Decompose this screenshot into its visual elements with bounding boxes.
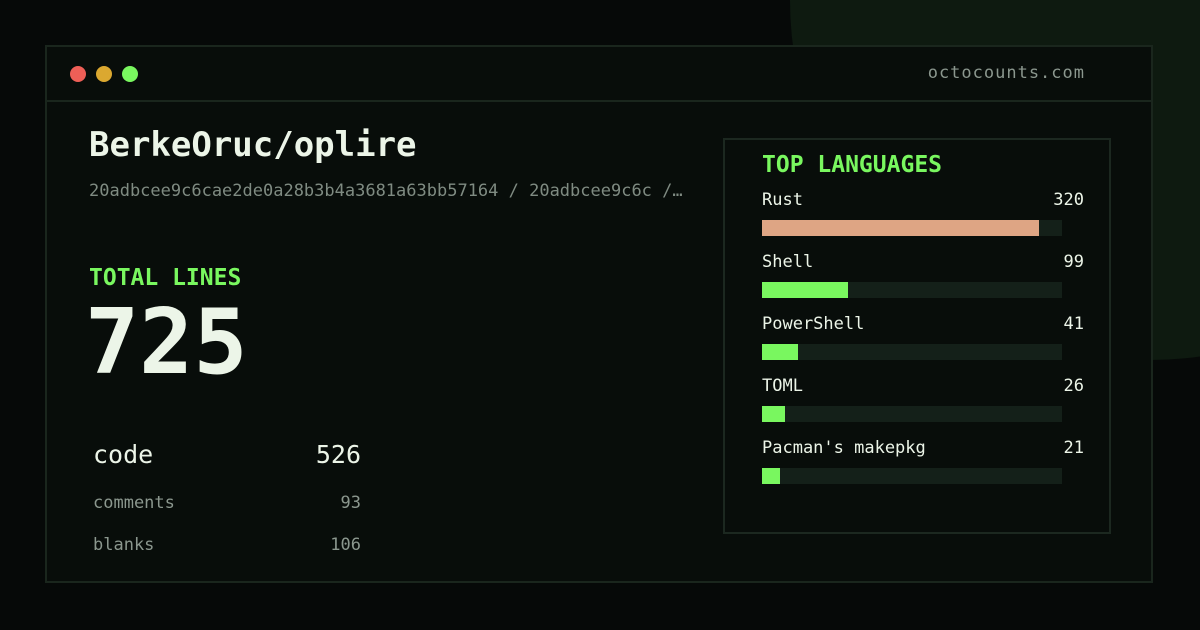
top-languages-panel: TOP LANGUAGES Rust 320 Shell 99 PowerShe… — [723, 138, 1111, 534]
language-bar-fill — [762, 220, 1040, 236]
language-count: 26 — [1063, 376, 1084, 396]
language-name: Pacman's makepkg — [762, 438, 926, 458]
language-count: 41 — [1063, 314, 1084, 334]
stat-code-label: code — [93, 440, 154, 469]
stat-code: code 526 — [93, 440, 361, 469]
language-row: TOML 26 — [762, 376, 1084, 428]
minimize-dot-icon — [96, 66, 112, 82]
language-row: PowerShell 41 — [762, 314, 1084, 366]
language-name: PowerShell — [762, 314, 865, 334]
window-titlebar: octocounts.com — [47, 47, 1151, 102]
stat-comments-value: 93 — [340, 493, 361, 513]
language-bar-track — [762, 344, 1062, 360]
language-count: 99 — [1063, 252, 1084, 272]
language-name: Rust — [762, 190, 803, 210]
commit-hash: 20adbcee9c6cae2de0a28b3b4a3681a63bb57164… — [89, 181, 683, 201]
language-row: Pacman's makepkg 21 — [762, 438, 1084, 490]
language-bar-fill — [762, 406, 785, 422]
language-row: Shell 99 — [762, 252, 1084, 304]
language-bar-fill — [762, 282, 848, 298]
maximize-dot-icon — [122, 66, 138, 82]
terminal-window: octocounts.com BerkeOruc/oplire 20adbcee… — [45, 45, 1153, 583]
language-bar-fill — [762, 344, 798, 360]
language-name: Shell — [762, 252, 814, 272]
close-dot-icon — [70, 66, 86, 82]
language-bar-track — [762, 468, 1062, 484]
language-name: TOML — [762, 376, 803, 396]
stat-comments: comments 93 — [93, 493, 361, 513]
language-count: 320 — [1053, 190, 1084, 210]
stat-comments-label: comments — [93, 493, 175, 513]
og-card: octocounts.com BerkeOruc/oplire 20adbcee… — [0, 0, 1200, 630]
language-bar-track — [762, 282, 1062, 298]
repo-name: BerkeOruc/oplire — [89, 125, 417, 165]
language-bar-track — [762, 220, 1062, 236]
stat-code-value: 526 — [315, 440, 361, 469]
site-name: octocounts.com — [927, 63, 1085, 83]
language-count: 21 — [1063, 438, 1084, 458]
language-bar-fill — [762, 468, 781, 484]
stat-blanks-value: 106 — [330, 535, 361, 555]
top-languages-title: TOP LANGUAGES — [762, 152, 943, 178]
language-row: Rust 320 — [762, 190, 1084, 242]
total-lines-value: 725 — [85, 290, 248, 395]
total-lines-label: TOTAL LINES — [89, 265, 242, 291]
language-bar-track — [762, 406, 1062, 422]
stat-blanks-label: blanks — [93, 535, 155, 555]
stat-blanks: blanks 106 — [93, 535, 361, 555]
